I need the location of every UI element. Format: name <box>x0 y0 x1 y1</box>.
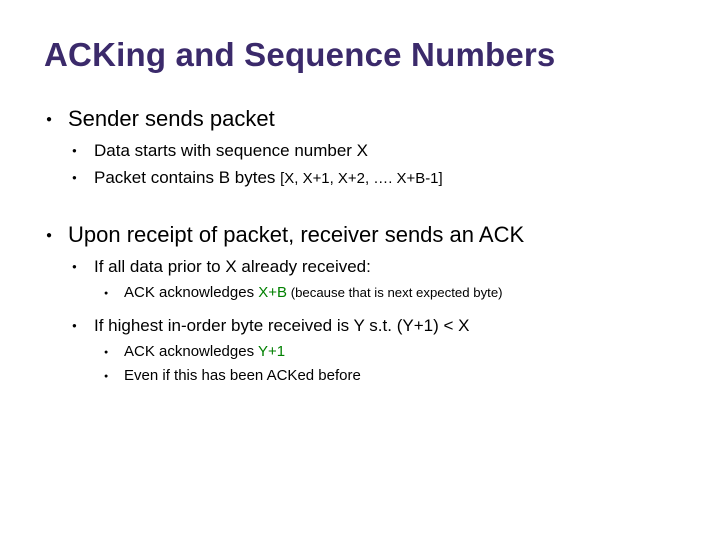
bullet-case2-ack: ACK acknowledges Y+1 <box>102 342 676 362</box>
bullet-case2-even: Even if this has been ACKed before <box>102 366 676 386</box>
slide-title: ACKing and Sequence Numbers <box>44 36 676 74</box>
bullet-case2: If highest in-order byte received is Y s… <box>70 315 676 338</box>
ack-value-y1: Y+1 <box>258 343 285 360</box>
slide: ACKing and Sequence Numbers Sender sends… <box>0 0 720 540</box>
bullet-sender-sub2: Packet contains B bytes [X, X+1, X+2, ….… <box>70 167 676 190</box>
text: Packet contains B bytes <box>94 168 280 187</box>
text: ACK acknowledges <box>124 343 258 360</box>
bullet-sender-heading: Sender sends packet <box>44 106 676 132</box>
bullet-receipt-heading: Upon receipt of packet, receiver sends a… <box>44 222 676 248</box>
text: (because that is next expected byte) <box>287 285 503 300</box>
ack-value-xb: X+B <box>258 284 287 301</box>
sequence-range: [X, X+1, X+2, …. X+B-1] <box>280 170 443 187</box>
bullet-list: Sender sends packet Data starts with seq… <box>44 106 676 387</box>
bullet-case1: If all data prior to X already received: <box>70 256 676 279</box>
bullet-sender-sub1: Data starts with sequence number X <box>70 140 676 163</box>
text: ACK acknowledges <box>124 284 258 301</box>
bullet-case1-ack: ACK acknowledges X+B (because that is ne… <box>102 283 676 303</box>
